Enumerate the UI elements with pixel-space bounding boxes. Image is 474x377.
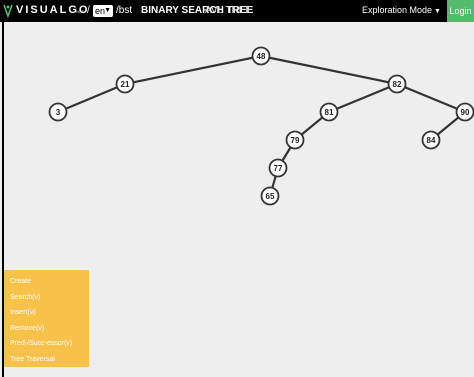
tree-edge [328,82,398,114]
tree-node-65[interactable]: 65 [260,186,280,206]
brand-suffix: .NET [75,9,85,14]
tree-node-label: 90 [461,108,470,117]
path-separator: / [87,5,90,16]
tree-node-label: 82 [393,80,402,89]
tree-edge [396,82,466,114]
tree-node-84[interactable]: 84 [421,130,441,150]
tree-node-label: 65 [266,192,275,201]
tree-node-48[interactable]: 48 [251,46,271,66]
tree-node-label: 21 [121,80,130,89]
mode-label: Exploration Mode [362,5,433,15]
menu-item-search[interactable]: Search(v) [4,290,89,306]
tree-node-label: 77 [274,164,283,173]
tree-node-90[interactable]: 90 [455,102,474,122]
tree-node-77[interactable]: 77 [268,158,288,178]
visualgo-logo-icon[interactable] [3,3,13,18]
tree-edge [260,54,398,86]
tree-node-label: 84 [427,136,436,145]
menu-item-insert[interactable]: Insert(v) [4,305,89,321]
tree-edge [57,82,126,114]
menu-item-tree-traversal[interactable]: Tree Traversal [4,352,89,368]
top-navigation-bar: VISUALGO .NET / en ▼ /bst BINARY SEARCH … [0,0,474,22]
tree-node-label: 48 [257,52,266,61]
url-path: /bst [116,5,133,16]
caret-down-icon: ▼ [434,8,441,15]
chevron-down-icon: ▼ [104,7,111,14]
action-menu: Create Search(v) Insert(v) Remove(v) Pre… [4,270,89,367]
tree-node-3[interactable]: 3 [48,102,68,122]
tree-node-82[interactable]: 82 [387,74,407,94]
tree-node-label: 79 [291,136,300,145]
menu-item-pred-succ[interactable]: Pred-/Succ-essor(v) [4,336,89,352]
tree-nodes: 48 21 3 82 81 79 77 65 90 84 [48,46,474,206]
tree-node-21[interactable]: 21 [115,74,135,94]
menu-item-create[interactable]: Create [4,274,89,290]
tree-edge [124,54,262,86]
tree-node-79[interactable]: 79 [285,130,305,150]
login-button[interactable]: Login [447,0,474,22]
tab-avl-tree[interactable]: AVL TREE [205,5,252,16]
tree-node-label: 81 [325,108,334,117]
mode-dropdown[interactable]: Exploration Mode ▼ [362,5,441,15]
menu-item-remove[interactable]: Remove(v) [4,321,89,337]
tree-node-81[interactable]: 81 [319,102,339,122]
language-select[interactable]: en ▼ [93,5,113,17]
tree-node-label: 3 [56,108,61,117]
